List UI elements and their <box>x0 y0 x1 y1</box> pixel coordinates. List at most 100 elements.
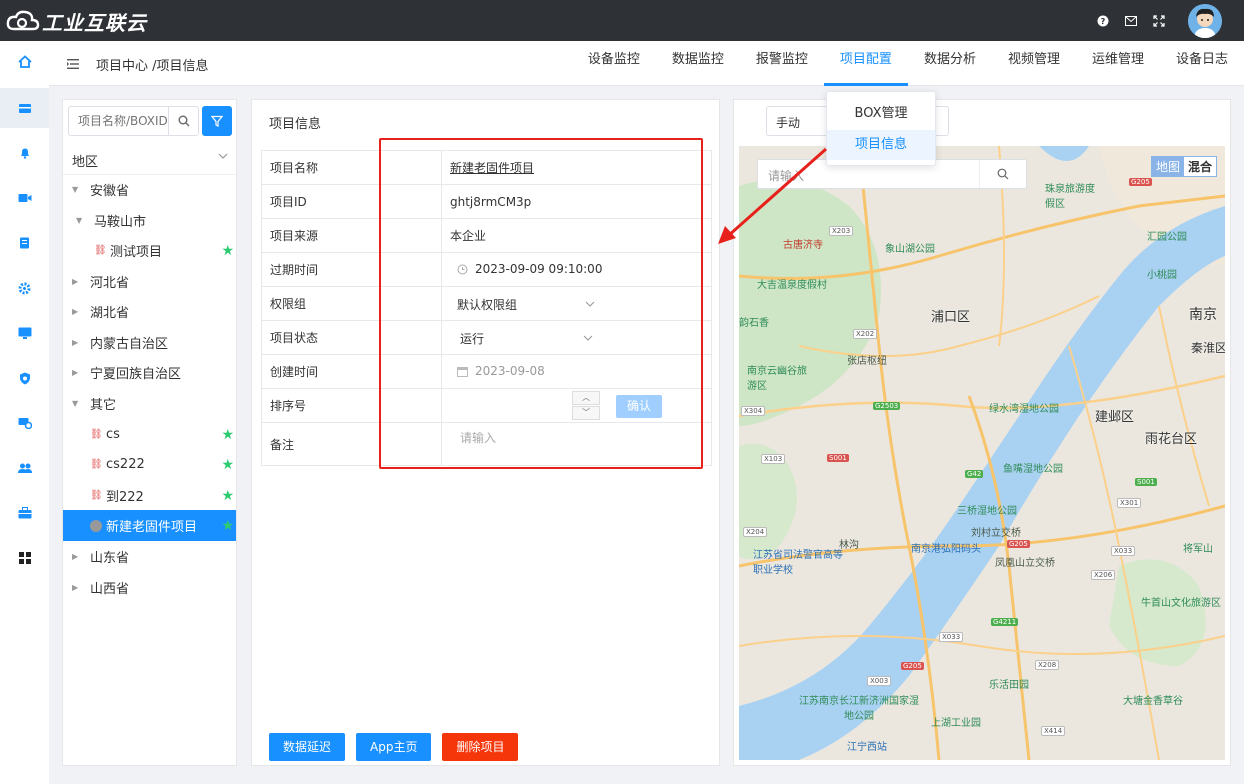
tree-node-cs222[interactable]: ⛓ cs222 ★ <box>63 449 236 480</box>
grid-icon[interactable] <box>0 538 49 578</box>
shield-icon[interactable] <box>0 358 49 398</box>
menu-fold-icon[interactable] <box>67 59 79 69</box>
dropdown-box-management[interactable]: BOX管理 <box>827 99 935 129</box>
monitor-icon[interactable] <box>0 313 49 353</box>
tree-label: 新建老固件项目 <box>106 520 198 535</box>
svg-text:?: ? <box>1101 17 1106 26</box>
tree-label: cs222 <box>106 457 145 472</box>
map-label-lingou: 林沟 <box>839 540 859 551</box>
road-tag: X103 <box>761 454 786 464</box>
tree-node-anhui[interactable]: ▼ 安徽省 <box>63 174 236 205</box>
nav-ops-management[interactable]: 运维管理 <box>1076 41 1160 86</box>
nav-device-log[interactable]: 设备日志 <box>1160 41 1244 86</box>
map-label-niushoushan: 牛首山文化旅游区 <box>1141 598 1221 609</box>
road-tag: G42 <box>965 470 984 478</box>
star-icon[interactable]: ★ <box>221 243 234 259</box>
app-home-button[interactable]: App主页 <box>356 733 432 761</box>
map-label-yunshixiang: 韵石香 <box>739 318 769 329</box>
tree-label: 山东省 <box>90 551 130 566</box>
users-icon[interactable] <box>0 448 49 488</box>
star-icon[interactable]: ★ <box>221 427 234 443</box>
tree-node-hubei[interactable]: ▶ 湖北省 <box>63 296 236 327</box>
project-config-dropdown: BOX管理 项目信息 <box>826 91 936 166</box>
video-icon[interactable] <box>0 178 49 218</box>
tree-node-maanshan[interactable]: ▼ 马鞍山市 <box>63 205 236 236</box>
data-delay-button[interactable]: 数据延迟 <box>269 733 346 761</box>
map-type-map[interactable]: 地图 <box>1151 157 1184 176</box>
nav-project-config[interactable]: 项目配置 <box>823 41 908 86</box>
search-icon[interactable] <box>979 160 1026 188</box>
device-settings-icon[interactable] <box>0 403 49 443</box>
nav-device-monitor[interactable]: 设备监控 <box>572 41 656 86</box>
map-label-xiaotaoyuan: 小桃园 <box>1147 270 1177 281</box>
map-label-fenghuangshan: 凤凰山立交桥 <box>995 558 1055 569</box>
map-label-lehuo: 乐活田园 <box>989 680 1029 691</box>
delete-project-button[interactable]: 删除项目 <box>442 733 519 761</box>
user-avatar[interactable] <box>1188 3 1222 38</box>
tree-node-dao222[interactable]: ⛓ 到222 ★ <box>63 480 236 511</box>
search-icon[interactable] <box>168 107 198 135</box>
road-tag: X202 <box>853 329 878 339</box>
caret-down-icon: ▼ <box>72 185 79 194</box>
caret-right-icon: ▶ <box>72 583 79 592</box>
dropdown-project-info[interactable]: 项目信息 <box>827 130 935 160</box>
star-icon[interactable]: ★ <box>221 457 234 473</box>
road-tag: G205 <box>1129 178 1152 186</box>
header: 项目中心 /项目信息 设备监控 数据监控 报警监控 项目配置 数据分析 视频管理… <box>49 41 1244 86</box>
star-icon[interactable]: ★ <box>221 518 234 534</box>
nav-data-analysis[interactable]: 数据分析 <box>908 41 992 86</box>
help-icon[interactable]: ? <box>1096 14 1110 28</box>
mail-icon[interactable] <box>1124 14 1138 28</box>
map-label-sanqiao: 三桥湿地公园 <box>957 506 1017 517</box>
breadcrumb: 项目中心 /项目信息 <box>96 59 209 74</box>
app-logo[interactable]: 工业互联云 <box>6 6 147 36</box>
tree-node-cs[interactable]: ⛓ cs ★ <box>63 419 236 450</box>
tree-label: 宁夏回族自治区 <box>90 367 182 382</box>
nav-alarm-monitor[interactable]: 报警监控 <box>740 41 824 86</box>
action-buttons: 数据延迟 App主页 删除项目 <box>269 733 529 761</box>
link-icon: ⛓ <box>94 245 107 256</box>
tree-node-shandong[interactable]: ▶ 山东省 <box>63 541 236 572</box>
caret-down-icon: ▼ <box>76 216 83 225</box>
map-label-sifajingguan: 江苏省司法警官高等职业学校 <box>753 550 843 576</box>
map-label-jianye: 建邺区 <box>1095 410 1135 425</box>
tree-node-ningxia[interactable]: ▶ 宁夏回族自治区 <box>63 357 236 388</box>
top-nav: 设备监控 数据监控 报警监控 项目配置 数据分析 视频管理 运维管理 设备日志 <box>572 41 1244 86</box>
caret-right-icon: ▶ <box>72 552 79 561</box>
map-view[interactable]: 南京 秦淮区 浦口区 建邺区 雨花台区 象山湖公园 大吉温泉度假村 古唐济寺 张… <box>739 146 1225 760</box>
road-tag: X208 <box>1035 660 1060 670</box>
star-icon[interactable]: ★ <box>221 488 234 504</box>
search-input[interactable] <box>69 107 170 135</box>
nav-data-monitor[interactable]: 数据监控 <box>656 41 740 86</box>
tree-node-neimenggu[interactable]: ▶ 内蒙古自治区 <box>63 327 236 358</box>
tree-node-hebei[interactable]: ▶ 河北省 <box>63 266 236 297</box>
link-icon: ⛓ <box>90 490 103 501</box>
bell-icon[interactable] <box>0 133 49 173</box>
box-icon[interactable] <box>0 88 49 128</box>
project-tree-panel: 地区 ▼ 安徽省 ▼ 马鞍山市 ⛓ 测试项目 ★ ▶ 河北省 ▶ 湖北省 ▶ 内… <box>62 99 237 766</box>
tree-label: 湖北省 <box>90 306 130 321</box>
tree-node-new-firmware-project[interactable]: 新建老固件项目 ★ <box>63 510 236 541</box>
home-icon[interactable] <box>0 42 49 82</box>
filter-icon <box>211 115 223 127</box>
fullscreen-icon[interactable] <box>1152 14 1166 28</box>
filter-button[interactable] <box>202 106 232 136</box>
caret-right-icon: ▶ <box>72 338 79 347</box>
tree-node-test-project[interactable]: ⛓ 测试项目 ★ <box>63 235 236 266</box>
sidebar <box>0 41 49 784</box>
nav-video-management[interactable]: 视频管理 <box>992 41 1076 86</box>
map-search-placeholder[interactable]: 请输入 <box>768 167 804 184</box>
map-label-daji: 大吉温泉度假村 <box>757 280 827 291</box>
tree-node-other[interactable]: ▼ 其它 <box>63 388 236 419</box>
tree-label: 内蒙古自治区 <box>90 337 169 352</box>
document-icon[interactable] <box>0 223 49 263</box>
tree-node-shanxi[interactable]: ▶ 山西省 <box>63 572 236 603</box>
map-label-lvshuiwan: 绿水湾湿地公园 <box>989 404 1059 415</box>
map-type-hybrid[interactable]: 混合 <box>1183 157 1216 176</box>
road-tag: G2503 <box>873 402 901 410</box>
region-label: 地区 <box>72 155 99 170</box>
toolbox-icon[interactable] <box>0 493 49 533</box>
road-tag: X304 <box>741 406 766 416</box>
region-select[interactable]: 地区 <box>63 142 236 175</box>
gear-icon[interactable] <box>0 268 49 308</box>
